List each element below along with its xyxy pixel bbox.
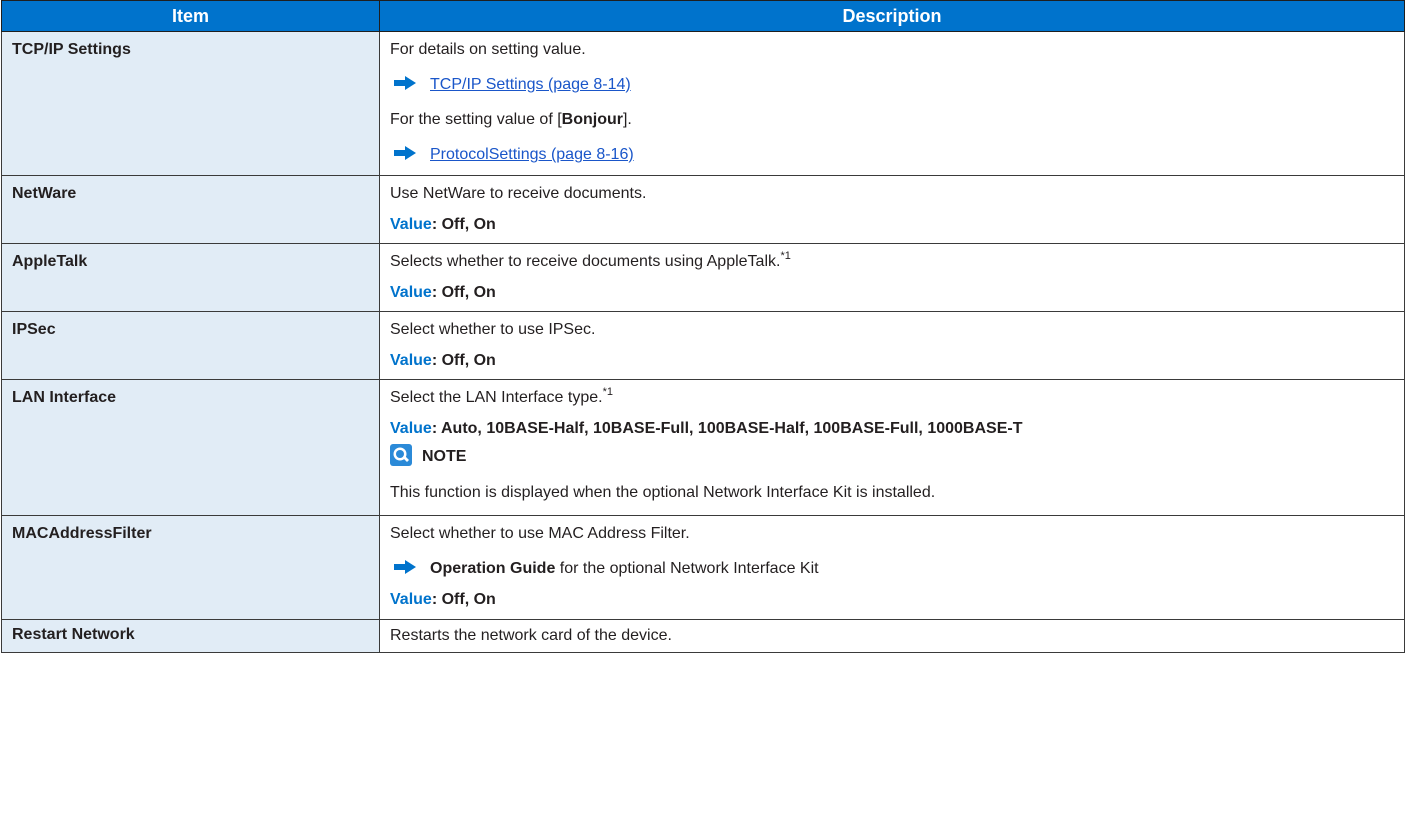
desc-tcpip: For details on setting value. TCP/IP Set… [379, 31, 1405, 176]
link-protocol-settings[interactable]: ProtocolSettings (page 8-16) [430, 146, 634, 163]
item-tcpip: TCP/IP Settings [1, 31, 380, 176]
link-tcpip-settings[interactable]: TCP/IP Settings (page 8-14) [430, 76, 631, 93]
item-ipsec: IPSec [1, 311, 380, 380]
table-row: MACAddressFilter Select whether to use M… [1, 515, 1405, 620]
settings-table: Item Description TCP/IP Settings For det… [1, 0, 1405, 653]
desc-appletalk: Selects whether to receive documents usi… [379, 243, 1405, 312]
value-line: Value: Off, On [390, 284, 496, 301]
value-line: Value: Off, On [390, 352, 496, 369]
value-line: Value: Off, On [390, 591, 496, 608]
value-line: Value: Off, On [390, 216, 496, 233]
table-row: LAN Interface Select the LAN Interface t… [1, 379, 1405, 516]
desc-restart-network: Restarts the network card of the device. [379, 619, 1405, 653]
arrow-right-icon [394, 76, 416, 90]
item-lan-interface: LAN Interface [1, 379, 380, 516]
note-heading: NOTE [390, 443, 1394, 471]
desc-ipsec: Select whether to use IPSec. Value: Off,… [379, 311, 1405, 380]
desc-mac-address-filter: Select whether to use MAC Address Filter… [379, 515, 1405, 620]
table-row: TCP/IP Settings For details on setting v… [1, 31, 1405, 176]
desc-lan-interface: Select the LAN Interface type.*1 Value: … [379, 379, 1405, 516]
note-icon [390, 444, 412, 466]
item-netware: NetWare [1, 175, 380, 244]
item-appletalk: AppleTalk [1, 243, 380, 312]
desc-text: For details on setting value. [390, 41, 586, 58]
item-mac-address-filter: MACAddressFilter [1, 515, 380, 620]
note-text: This function is displayed when the opti… [390, 484, 936, 501]
table-header-row: Item Description [1, 0, 1405, 32]
table-row: IPSec Select whether to use IPSec. Value… [1, 311, 1405, 380]
footnote-marker: *1 [602, 386, 613, 398]
table-row: Restart Network Restarts the network car… [1, 619, 1405, 653]
header-item: Item [1, 0, 380, 32]
desc-netware: Use NetWare to receive documents. Value:… [379, 175, 1405, 244]
header-description: Description [379, 0, 1405, 32]
desc-text: For the setting value of [Bonjour]. [390, 111, 632, 128]
item-restart-network: Restart Network [1, 619, 380, 653]
footnote-marker: *1 [780, 250, 791, 262]
table-row: AppleTalk Selects whether to receive doc… [1, 243, 1405, 312]
arrow-right-icon [394, 560, 416, 574]
arrow-right-icon [394, 146, 416, 160]
operation-guide-ref: Operation Guide [430, 560, 556, 577]
value-line: Value: Auto, 10BASE-Half, 10BASE-Full, 1… [390, 420, 1023, 437]
table-row: NetWare Use NetWare to receive documents… [1, 175, 1405, 244]
